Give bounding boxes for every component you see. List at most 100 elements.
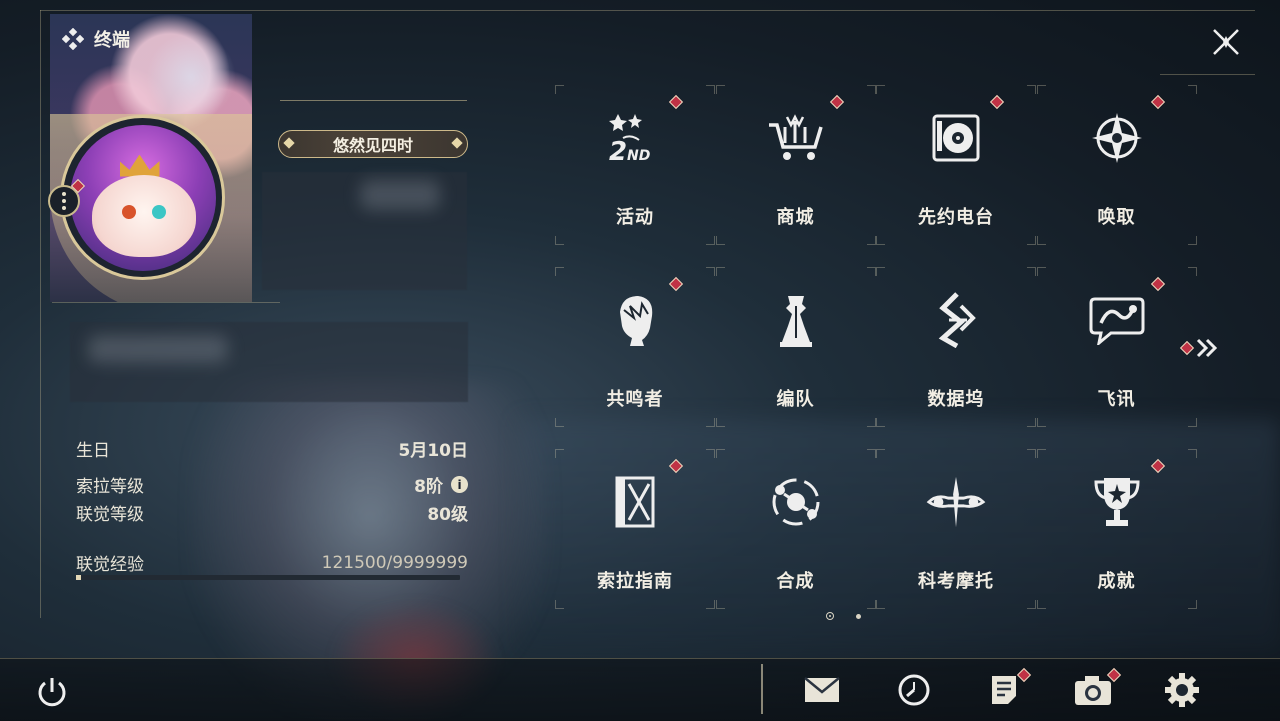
double-chevron-right-icon bbox=[1196, 338, 1218, 358]
svg-text:2: 2 bbox=[609, 137, 627, 166]
menu-tile-label: 飞讯 bbox=[1097, 389, 1136, 410]
info-icon[interactable]: i bbox=[451, 476, 468, 493]
menu-tile[interactable]: 唤取 bbox=[1036, 85, 1197, 245]
svg-text:ND: ND bbox=[627, 148, 650, 164]
info-value: 8阶 bbox=[414, 477, 443, 497]
notice-icon bbox=[992, 676, 1016, 704]
tile-corner bbox=[1187, 267, 1197, 276]
clock-icon bbox=[898, 674, 930, 706]
menu-tile[interactable]: 先约电台 bbox=[876, 85, 1036, 245]
menu-tile-label: 编队 bbox=[776, 389, 815, 410]
notification-badge bbox=[1150, 94, 1165, 110]
tile-corner bbox=[555, 85, 564, 94]
tile-corner bbox=[706, 236, 715, 245]
convene-star-icon bbox=[1086, 107, 1148, 169]
exp-progress-fill bbox=[76, 575, 81, 580]
tile-corner bbox=[876, 267, 885, 276]
tile-corner bbox=[706, 600, 715, 609]
more-dot bbox=[62, 192, 66, 196]
info-label: 联觉经验 bbox=[76, 555, 144, 575]
notification-badge bbox=[668, 458, 684, 474]
menu-tile-label: 活动 bbox=[616, 207, 654, 228]
tile-corner bbox=[1036, 267, 1046, 276]
tile-corner bbox=[706, 418, 715, 427]
avatar-frame[interactable] bbox=[60, 115, 225, 280]
tile-corner bbox=[866, 600, 876, 609]
info-label: 索拉等级 bbox=[76, 477, 144, 497]
radio-record-icon bbox=[925, 107, 987, 169]
notification-badge bbox=[1179, 340, 1195, 356]
notification-badge bbox=[829, 94, 844, 110]
gear-icon bbox=[1165, 673, 1199, 707]
menu-tile[interactable]: 共鸣者 bbox=[555, 267, 715, 427]
settings-button[interactable] bbox=[1162, 670, 1202, 710]
tile-corner bbox=[715, 600, 725, 609]
frame-top-line bbox=[40, 10, 1255, 11]
player-name-plate[interactable]: 悠然见四时 bbox=[278, 130, 468, 158]
tile-corner bbox=[555, 449, 564, 458]
tile-corner bbox=[715, 418, 725, 427]
tile-corner bbox=[1027, 418, 1036, 427]
page-title: 终端 bbox=[94, 30, 130, 51]
tile-corner bbox=[555, 418, 564, 427]
menu-tile[interactable]: 2 ND 活动 bbox=[555, 85, 715, 245]
avatar-face bbox=[91, 174, 196, 257]
mail-icon bbox=[804, 677, 840, 702]
data-dock-icon bbox=[925, 289, 987, 351]
tile-corner bbox=[866, 449, 876, 458]
tile-corner bbox=[706, 267, 715, 276]
menu-tile[interactable]: 科考摩托 bbox=[876, 449, 1036, 609]
tile-corner bbox=[555, 267, 564, 276]
tile-corner bbox=[1027, 267, 1036, 276]
guide-book-icon bbox=[604, 471, 666, 533]
tile-corner bbox=[1036, 418, 1046, 427]
frame-corner-line bbox=[1160, 74, 1255, 75]
menu-tile-label: 成就 bbox=[1097, 571, 1136, 592]
mail-button[interactable] bbox=[802, 670, 842, 710]
menu-tile[interactable]: 数据坞 bbox=[876, 267, 1036, 427]
tile-corner bbox=[706, 449, 715, 458]
page-dot-2[interactable] bbox=[856, 613, 861, 619]
tile-corner bbox=[715, 267, 725, 276]
info-union-level: 联觉等级 80级 bbox=[76, 500, 468, 525]
tile-corner bbox=[866, 236, 876, 245]
tile-corner bbox=[866, 267, 876, 276]
bottom-bar-divider bbox=[761, 664, 763, 714]
power-button[interactable] bbox=[34, 674, 70, 710]
tile-corner bbox=[1027, 85, 1036, 94]
tile-corner bbox=[706, 85, 715, 94]
menu-tile[interactable]: 编队 bbox=[715, 267, 876, 427]
tile-corner bbox=[1027, 236, 1036, 245]
blurred-text bbox=[360, 180, 440, 210]
resonator-portrait-icon bbox=[604, 289, 666, 351]
tile-corner bbox=[1036, 236, 1046, 245]
tile-corner bbox=[555, 236, 564, 245]
menu-tile[interactable]: 成就 bbox=[1036, 449, 1197, 609]
trophy-icon bbox=[1086, 471, 1148, 533]
menu-tile[interactable]: 合成 bbox=[715, 449, 876, 609]
tile-corner bbox=[1036, 449, 1046, 458]
blurred-signature bbox=[88, 335, 228, 363]
menu-tile[interactable]: 商城 bbox=[715, 85, 876, 245]
info-value: 121500/9999999 bbox=[321, 552, 468, 573]
notification-badge bbox=[989, 94, 1005, 110]
menu-tile[interactable]: 飞讯 bbox=[1036, 267, 1197, 427]
page-dot-1[interactable] bbox=[826, 612, 834, 620]
tile-corner bbox=[715, 236, 725, 245]
info-label: 生日 bbox=[76, 441, 110, 461]
tile-corner bbox=[866, 418, 876, 427]
avatar-eye-right bbox=[151, 204, 166, 219]
power-icon bbox=[38, 678, 66, 707]
shop-cart-icon bbox=[765, 107, 827, 169]
history-button[interactable] bbox=[894, 670, 934, 710]
frame-left-line bbox=[40, 10, 41, 618]
name-plate-divider bbox=[280, 100, 467, 101]
next-page-button[interactable] bbox=[1179, 338, 1218, 358]
tile-corner bbox=[876, 600, 885, 609]
tile-corner bbox=[1027, 449, 1036, 458]
close-button[interactable] bbox=[1208, 24, 1244, 60]
tile-corner bbox=[876, 85, 885, 94]
camera-icon bbox=[1075, 676, 1111, 705]
team-chess-icon bbox=[765, 289, 827, 351]
menu-tile[interactable]: 索拉指南 bbox=[555, 449, 715, 609]
